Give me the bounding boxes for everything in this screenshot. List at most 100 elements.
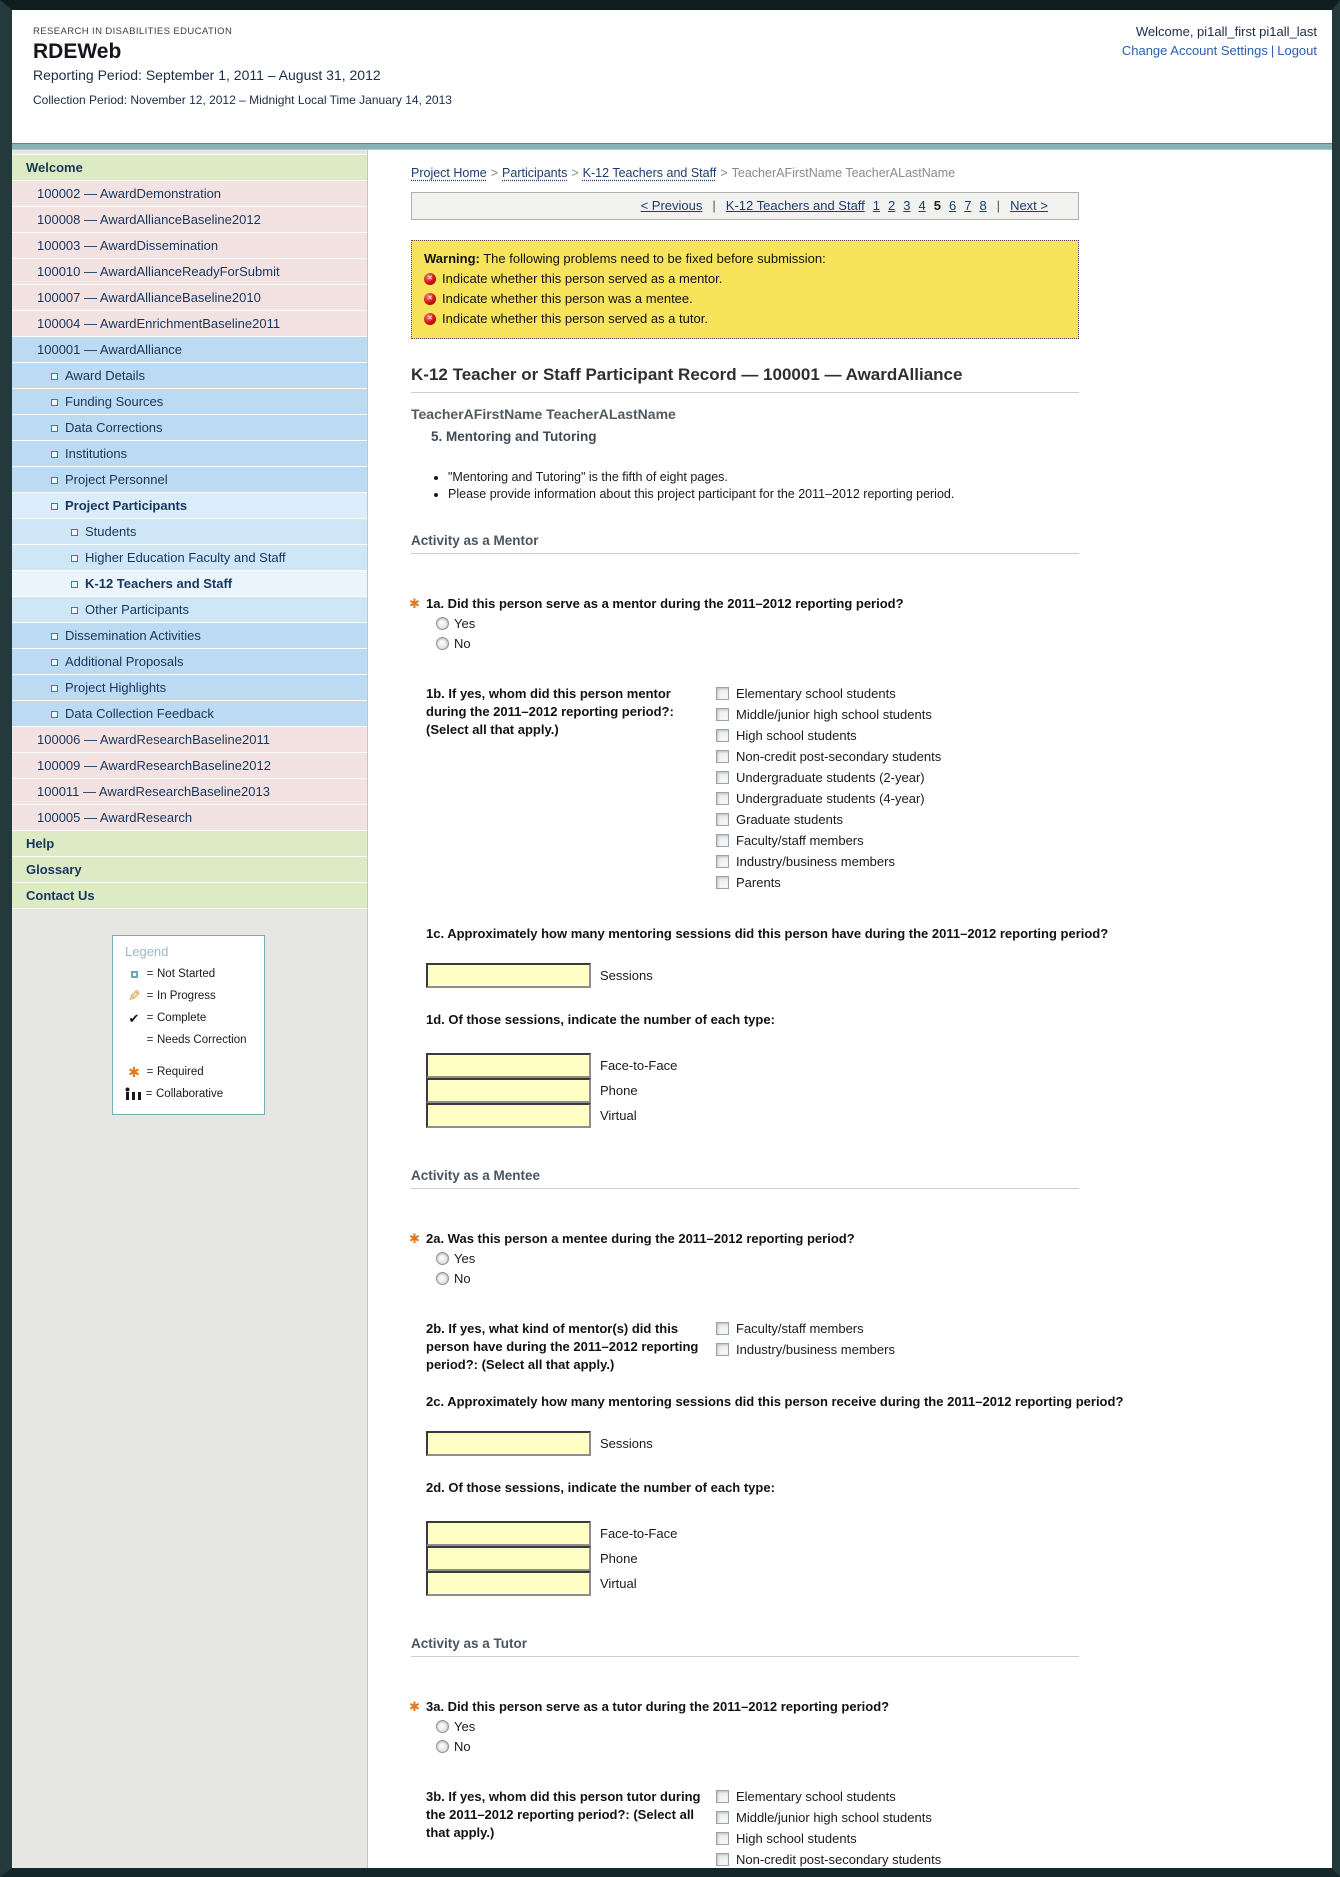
sidebar-item[interactable]: 100010 — AwardAllianceReadyForSubmit — [12, 259, 367, 285]
sidebar-item[interactable]: Welcome — [12, 155, 367, 181]
sidebar-item[interactable]: 100004 — AwardEnrichmentBaseline2011 — [12, 311, 367, 337]
sidebar-item[interactable]: Project Highlights — [12, 675, 367, 701]
sidebar-item[interactable]: 100007 — AwardAllianceBaseline2010 — [12, 285, 367, 311]
checkbox-input[interactable] — [716, 855, 729, 868]
checkbox-option[interactable]: High school students — [716, 1831, 941, 1846]
mentor-sessions-input[interactable] — [426, 963, 591, 988]
mentee-sessions-input[interactable] — [426, 1430, 591, 1456]
checkbox-option[interactable]: Undergraduate students (2-year) — [716, 770, 941, 785]
checkbox-input[interactable] — [716, 792, 729, 805]
breadcrumb-link-k12-teachers[interactable]: K-12 Teachers and Staff — [583, 166, 717, 180]
checkbox-option[interactable]: Elementary school students — [716, 1789, 941, 1804]
breadcrumb-link-project-home[interactable]: Project Home — [411, 166, 487, 180]
checkbox-input[interactable] — [716, 687, 729, 700]
radio-option[interactable]: No — [436, 1739, 1332, 1754]
sidebar-item[interactable]: 100001 — AwardAlliance — [12, 337, 367, 363]
sidebar-item[interactable]: Dissemination Activities — [12, 623, 367, 649]
checkbox-option[interactable]: Faculty/staff members — [716, 1321, 895, 1336]
radio-input[interactable] — [436, 1272, 449, 1285]
pagination-page-link[interactable]: 1 — [873, 198, 880, 213]
checkbox-input[interactable] — [716, 1789, 729, 1803]
checkbox-option[interactable]: Parents — [716, 875, 941, 890]
sidebar-item[interactable]: Other Participants — [12, 597, 367, 623]
previous-page-link[interactable]: < Previous — [641, 198, 703, 213]
sidebar-item[interactable]: Students — [12, 519, 367, 545]
next-page-link[interactable]: Next > — [1010, 198, 1048, 213]
radio-input[interactable] — [436, 1719, 449, 1733]
sidebar-item[interactable]: Data Collection Feedback — [12, 701, 367, 727]
sidebar-item[interactable]: Contact Us — [12, 883, 367, 909]
session-type-input[interactable] — [426, 1053, 591, 1078]
sidebar-item[interactable]: Funding Sources — [12, 389, 367, 415]
sidebar-item[interactable]: 100006 — AwardResearchBaseline2011 — [12, 727, 367, 753]
sidebar-item[interactable]: Higher Education Faculty and Staff — [12, 545, 367, 571]
checkbox-option[interactable]: Graduate students — [716, 812, 941, 827]
sidebar-item[interactable]: Project Personnel — [12, 467, 367, 493]
sidebar-item[interactable]: Additional Proposals — [12, 649, 367, 675]
checkbox-option[interactable]: Middle/junior high school students — [716, 707, 941, 722]
checkbox-input[interactable] — [716, 729, 729, 742]
sidebar-item[interactable]: K-12 Teachers and Staff — [12, 571, 367, 597]
checkbox-option[interactable]: Elementary school students — [716, 686, 941, 701]
session-type-input[interactable] — [426, 1570, 591, 1596]
radio-option[interactable]: Yes — [436, 1251, 1332, 1266]
radio-option[interactable]: No — [436, 1271, 1332, 1286]
checkbox-input[interactable] — [716, 813, 729, 826]
session-type-input[interactable] — [426, 1078, 591, 1103]
radio-input[interactable] — [436, 637, 449, 650]
checkbox-input[interactable] — [716, 1322, 729, 1335]
breadcrumb-link-participants[interactable]: Participants — [502, 166, 567, 180]
checkbox-option[interactable]: Non-credit post-secondary students — [716, 1852, 941, 1867]
section-pages-link[interactable]: K-12 Teachers and Staff — [726, 198, 865, 213]
checkbox-input[interactable] — [716, 1831, 729, 1845]
checkbox-input[interactable] — [716, 771, 729, 784]
pagination-page-link[interactable]: 8 — [979, 198, 986, 213]
checkbox-input[interactable] — [716, 1343, 729, 1356]
session-type-input[interactable] — [426, 1520, 591, 1546]
pagination-page-link[interactable]: 4 — [919, 198, 926, 213]
radio-input[interactable] — [436, 617, 449, 630]
logout-link[interactable]: Logout — [1277, 43, 1317, 58]
checkbox-input[interactable] — [716, 1810, 729, 1824]
checkbox-input[interactable] — [716, 876, 729, 889]
radio-option[interactable]: No — [436, 636, 1332, 651]
pagination-page-link[interactable]: 3 — [903, 198, 910, 213]
pagination-page-link[interactable]: 5 — [934, 198, 941, 213]
session-type-input[interactable] — [426, 1545, 591, 1571]
checkbox-option[interactable]: Middle/junior high school students — [716, 1810, 941, 1825]
pagination-page-link[interactable]: 6 — [949, 198, 956, 213]
checkbox-input[interactable] — [716, 834, 729, 847]
radio-option[interactable]: Yes — [436, 1719, 1332, 1734]
sidebar-item[interactable]: 100008 — AwardAllianceBaseline2012 — [12, 207, 367, 233]
checkbox-option[interactable]: Non-credit post-secondary students — [716, 749, 941, 764]
checkbox-option[interactable]: High school students — [716, 728, 941, 743]
checkbox-input[interactable] — [716, 708, 729, 721]
checkbox-input[interactable] — [716, 750, 729, 763]
sidebar-item[interactable]: Project Participants — [12, 493, 367, 519]
sidebar-item[interactable]: Institutions — [12, 441, 367, 467]
checkbox-option[interactable]: Industry/business members — [716, 854, 941, 869]
sidebar-item[interactable]: 100005 — AwardResearch — [12, 805, 367, 831]
radio-input[interactable] — [436, 1252, 449, 1265]
radio-option[interactable]: Yes — [436, 616, 1332, 631]
sidebar-item[interactable]: Glossary — [12, 857, 367, 883]
sidebar-item[interactable]: Award Details — [12, 363, 367, 389]
checkbox-option[interactable]: Undergraduate students (2-year) — [716, 1873, 941, 1877]
checkbox-option[interactable]: Undergraduate students (4-year) — [716, 791, 941, 806]
radio-input[interactable] — [436, 1739, 449, 1753]
sidebar-item[interactable]: 100003 — AwardDissemination — [12, 233, 367, 259]
checkbox-option[interactable]: Faculty/staff members — [716, 833, 941, 848]
sidebar-item[interactable]: 100011 — AwardResearchBaseline2013 — [12, 779, 367, 805]
checkbox-option[interactable]: Industry/business members — [716, 1342, 895, 1357]
change-account-settings-link[interactable]: Change Account Settings — [1122, 43, 1268, 58]
sidebar-item[interactable]: 100009 — AwardResearchBaseline2012 — [12, 753, 367, 779]
sidebar-item[interactable]: Help — [12, 831, 367, 857]
session-type-input[interactable] — [426, 1103, 591, 1128]
warning-item-text: Indicate whether this person served as a… — [442, 311, 708, 326]
sidebar-item[interactable]: Data Corrections — [12, 415, 367, 441]
pagination-page-link[interactable]: 2 — [888, 198, 895, 213]
sidebar-item[interactable]: 100002 — AwardDemonstration — [12, 181, 367, 207]
checkbox-input[interactable] — [716, 1852, 729, 1866]
checkbox-label: Graduate students — [736, 812, 843, 827]
pagination-page-link[interactable]: 7 — [964, 198, 971, 213]
